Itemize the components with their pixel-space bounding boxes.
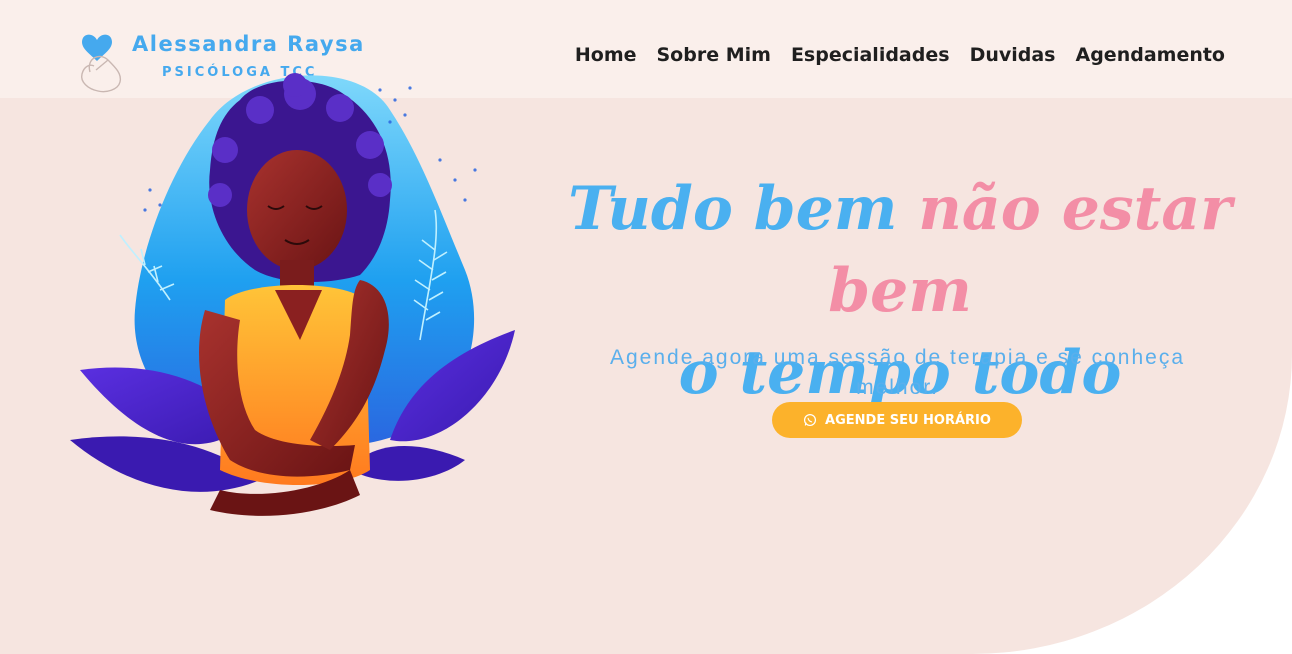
hero-subtitle: Agende agora uma sessão de terapia e se … bbox=[610, 346, 1186, 399]
schedule-button-label: AGENDE SEU HORÁRIO bbox=[825, 412, 991, 428]
main-nav: Home Sobre Mim Especialidades Duvidas Ag… bbox=[575, 44, 1225, 66]
nav-item-home[interactable]: Home bbox=[575, 44, 637, 66]
schedule-button[interactable]: AGENDE SEU HORÁRIO bbox=[772, 402, 1022, 438]
nav-item-especialidades[interactable]: Especialidades bbox=[791, 44, 950, 66]
headline-part-1: Tudo bem bbox=[568, 174, 898, 245]
whatsapp-icon bbox=[803, 413, 817, 427]
brand-name: Alessandra Raysa bbox=[132, 32, 365, 56]
nav-item-duvidas[interactable]: Duvidas bbox=[970, 44, 1056, 66]
nav-item-sobre-mim[interactable]: Sobre Mim bbox=[657, 44, 771, 66]
woman-self-hug-illustration bbox=[70, 73, 515, 516]
nav-item-agendamento[interactable]: Agendamento bbox=[1076, 44, 1226, 66]
